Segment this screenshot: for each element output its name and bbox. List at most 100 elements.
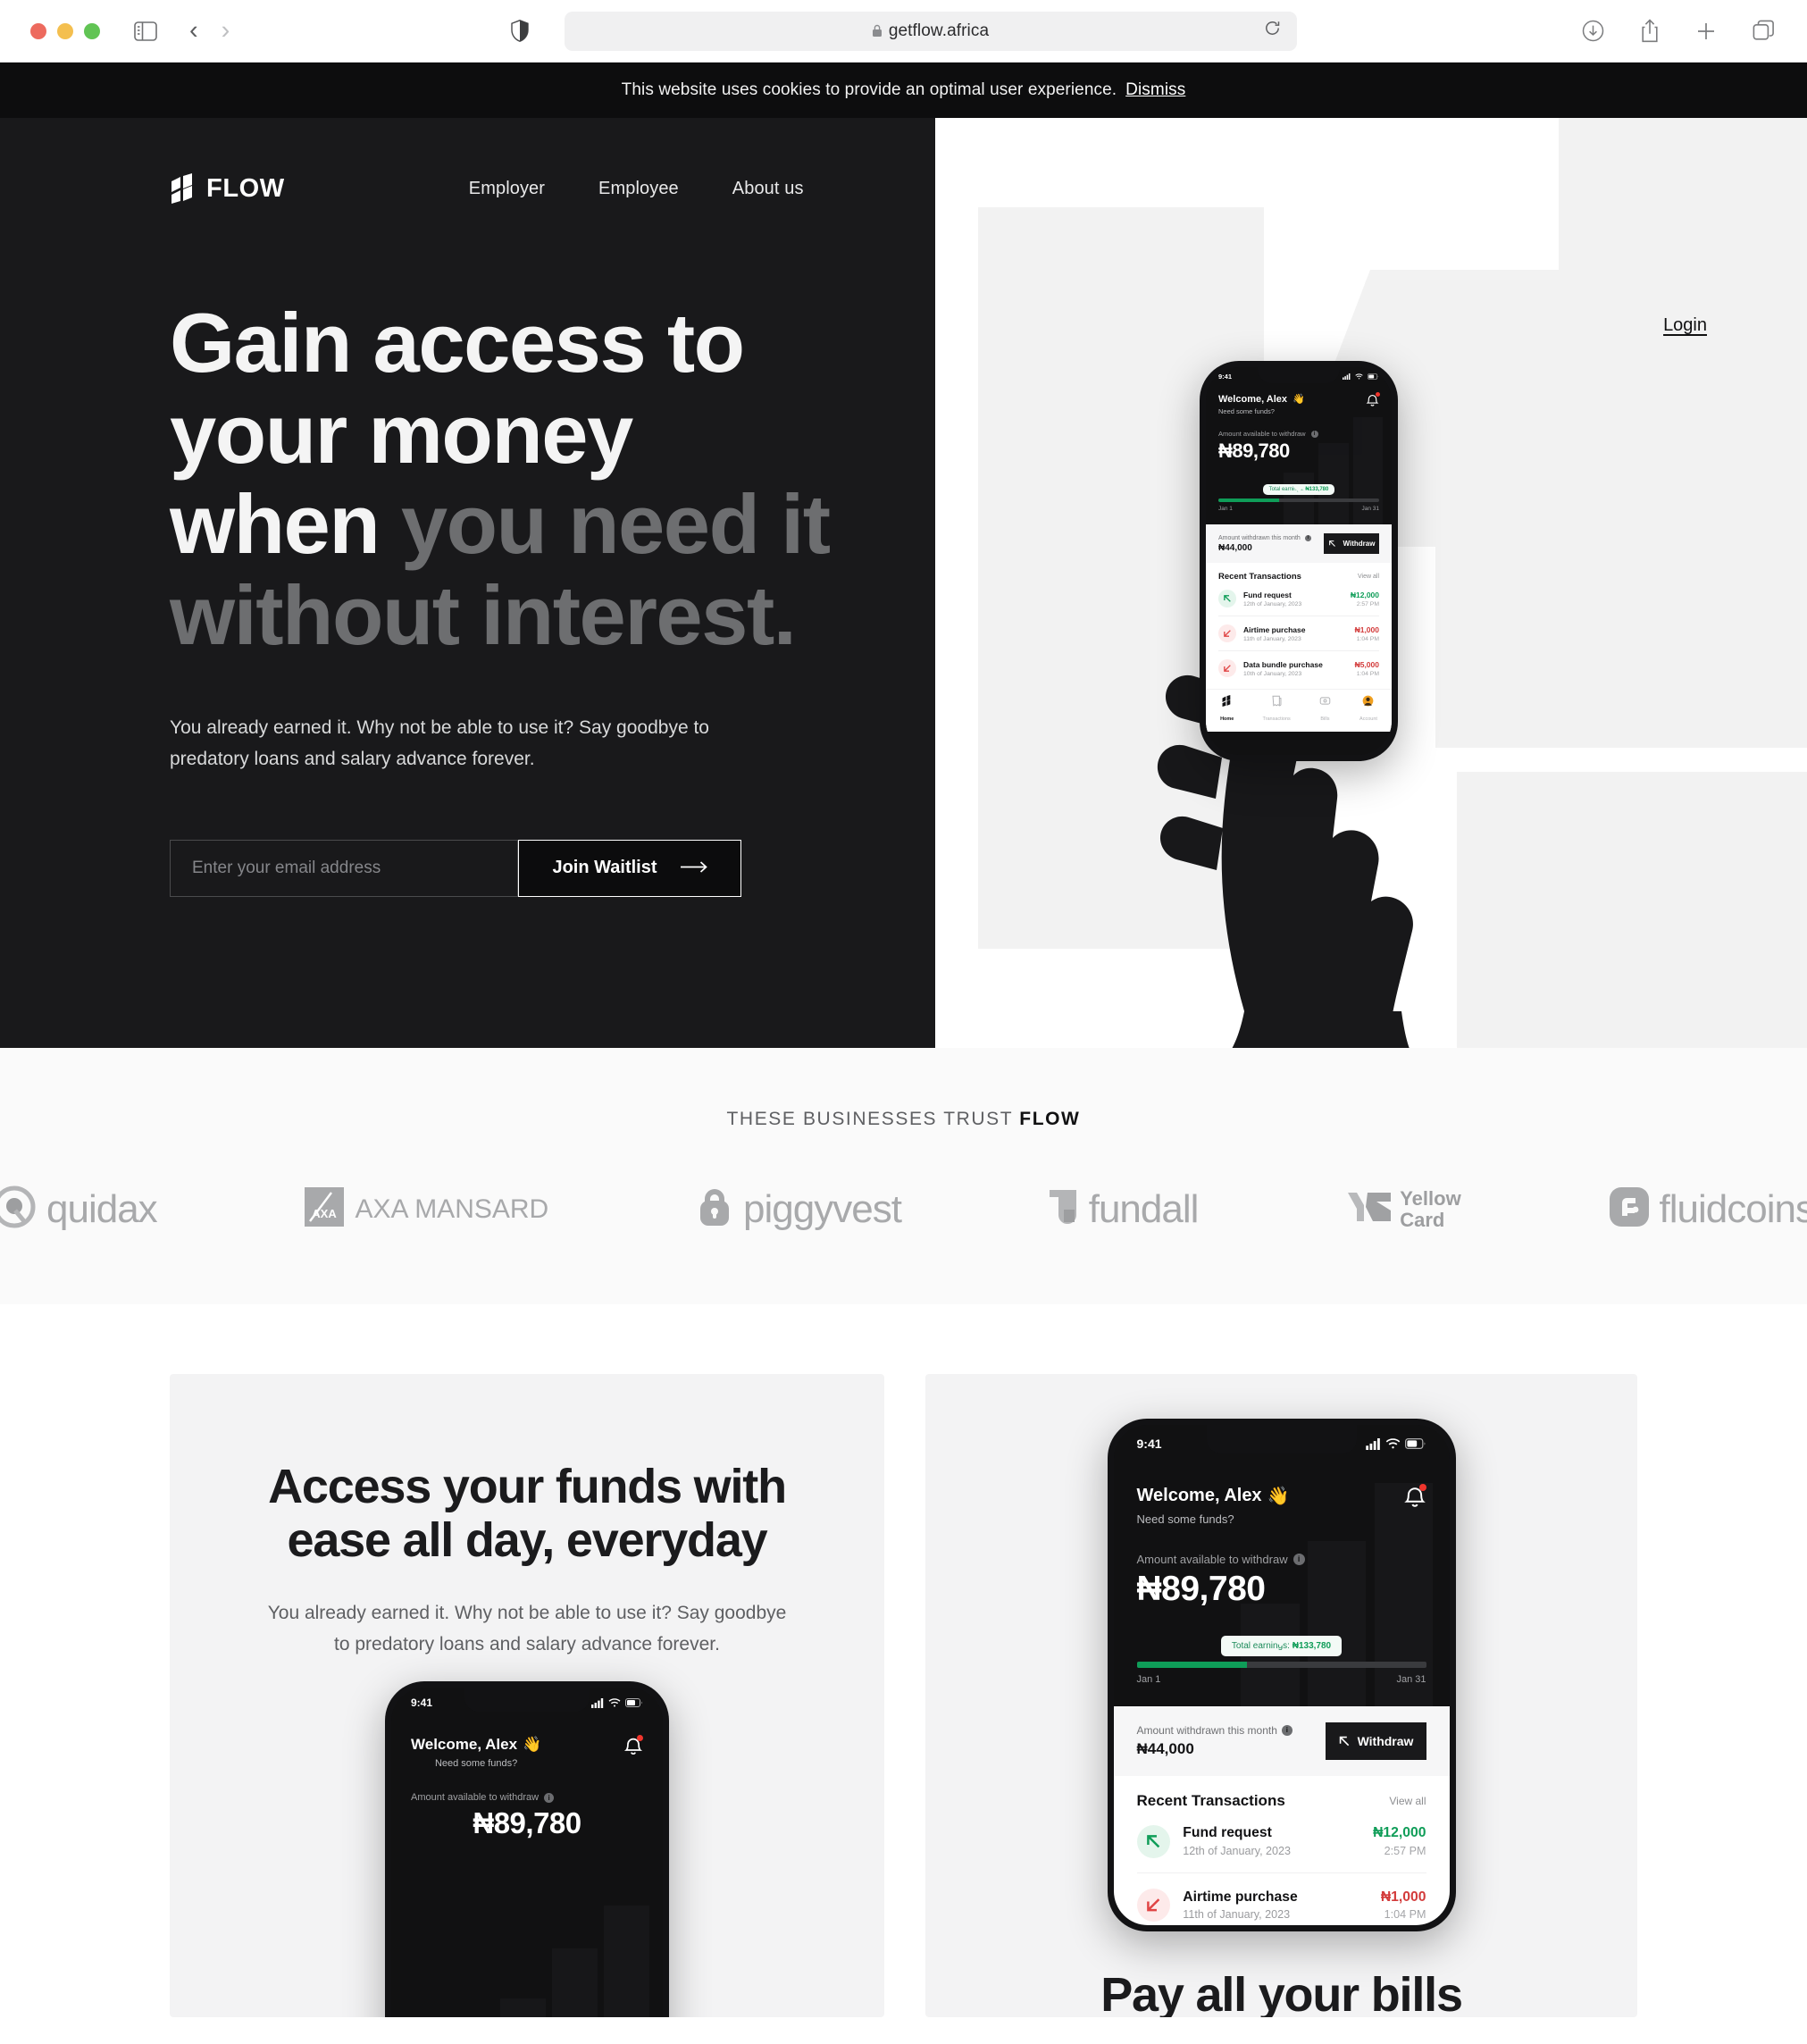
hero-subtitle: You already earned it. Why not be able t… <box>170 717 709 770</box>
nav-item-employer[interactable]: Employer <box>442 179 572 199</box>
notification-bell-icon[interactable] <box>1366 392 1380 412</box>
login-link[interactable]: Login <box>1663 315 1707 336</box>
transaction-row[interactable]: Airtime purchase 11th of January, 2023 ₦1,… <box>1218 616 1379 650</box>
tab-overview-icon[interactable] <box>1753 20 1775 42</box>
transaction-row[interactable]: Airtime purchase 11th of January, 2023 ₦1,… <box>1136 1872 1426 1925</box>
feature-right-phone-mockup: 9:41 Welcome, Alex 👋 Need some funds? Am… <box>1107 1419 1456 1931</box>
arrow-up-left-icon <box>1339 1736 1349 1747</box>
phone-withdrawn-label: Amount withdrawn this month <box>1218 534 1301 541</box>
wave-emoji-icon: 👋 <box>1267 1487 1290 1506</box>
phone-available-label: Amount available to withdraw <box>1218 430 1306 438</box>
notification-bell-icon[interactable] <box>623 1735 643 1761</box>
notification-bell-icon[interactable] <box>1403 1484 1426 1513</box>
earnings-progress-bar <box>1136 1662 1426 1668</box>
view-all-link[interactable]: View all <box>1389 1795 1426 1807</box>
total-earnings-value: ₦133,780 <box>1305 487 1329 492</box>
close-window-button[interactable] <box>30 22 46 39</box>
nav-item-about-us[interactable]: About us <box>706 179 831 199</box>
info-icon[interactable]: i <box>1281 1725 1293 1736</box>
withdraw-button-label: Withdraw <box>1357 1734 1414 1748</box>
arrow-right-icon <box>680 858 707 878</box>
maximize-window-button[interactable] <box>84 22 100 39</box>
transaction-date: 11th of January, 2023 <box>1243 635 1301 642</box>
phone-withdrawn-amount: ₦44,000 <box>1136 1740 1194 1757</box>
forward-arrow-icon[interactable]: › <box>222 18 230 44</box>
cellular-signal-icon <box>1365 1437 1380 1450</box>
total-earnings-label: Total earnings: <box>1268 487 1306 492</box>
total-earnings-tooltip: Total earnings: ₦133,780 <box>1220 1636 1343 1656</box>
minimize-window-button[interactable] <box>57 22 73 39</box>
phone-tab-account[interactable]: Account <box>1359 695 1377 725</box>
back-arrow-icon[interactable]: ‹ <box>189 18 198 44</box>
hero-section: FLOW Employer Employee About us Gain acc… <box>0 118 1807 1048</box>
info-icon[interactable]: i <box>1293 1554 1305 1565</box>
transaction-time: 2:57 PM <box>1356 600 1379 607</box>
view-all-link[interactable]: View all <box>1358 574 1379 580</box>
info-icon[interactable]: i <box>1304 534 1311 541</box>
reload-icon[interactable] <box>1264 20 1281 42</box>
battery-icon <box>1404 1438 1425 1449</box>
trust-logo-axa-mansard-label: AXA MANSARD <box>355 1194 549 1224</box>
transaction-list: Fund request 12th of January, 2023 ₦12,000… <box>1206 582 1392 685</box>
transaction-name: Fund request <box>1183 1825 1272 1841</box>
trust-logo-yellow-card-label: Yellow Card <box>1400 1186 1461 1231</box>
phone-welcome-text: Welcome, Alex <box>1218 393 1288 405</box>
trust-logo-axa-mansard: AXA AXA MANSARD <box>305 1187 548 1231</box>
trust-section: THESE BUSINESSES TRUST FLOW quidax AXA A… <box>0 1048 1807 1304</box>
arrow-down-left-icon <box>1218 659 1236 677</box>
hero-phone-mockup: 9:41 Welcome, Alex 👋 Need some funds? Am… <box>1200 361 1398 761</box>
phone-status-time: 9:41 <box>411 1696 433 1709</box>
join-waitlist-button[interactable]: Join Waitlist <box>518 839 741 897</box>
phone-available-label: Amount available to withdraw <box>1136 1553 1288 1566</box>
total-earnings-label: Total earnings: <box>1231 1641 1293 1651</box>
transaction-row[interactable]: Fund request 12th of January, 2023 ₦12,000… <box>1218 582 1379 616</box>
phone-available-amount: ₦89,780 <box>1218 440 1290 462</box>
transaction-date: 12th of January, 2023 <box>1183 1844 1292 1857</box>
flow-logo[interactable]: FLOW <box>170 173 285 204</box>
phone-tab-home[interactable]: Home <box>1220 695 1234 725</box>
battery-icon <box>625 1698 642 1707</box>
address-bar[interactable]: getflow.africa <box>564 11 1297 51</box>
transaction-row[interactable]: Fund request 12th of January, 2023 ₦12,000… <box>1136 1810 1426 1872</box>
feature-left-subtitle: You already earned it. Why not be able t… <box>267 1602 787 1654</box>
join-waitlist-label: Join Waitlist <box>552 858 657 878</box>
phone-need-funds: Need some funds? <box>434 1758 518 1769</box>
share-icon[interactable] <box>1640 19 1660 43</box>
phone-tab-transactions[interactable]: Transactions <box>1262 695 1291 725</box>
transaction-amount: ₦1,000 <box>1354 624 1379 634</box>
window-traffic-lights[interactable] <box>30 22 100 39</box>
recent-transactions-title: Recent Transactions <box>1218 572 1301 582</box>
transaction-name: Fund request <box>1243 590 1292 599</box>
trust-logo-piggyvest-label: piggyvest <box>743 1186 902 1231</box>
phone-date-end: Jan 31 <box>1361 506 1379 512</box>
info-icon[interactable]: i <box>544 1792 555 1803</box>
trust-heading-brand: FLOW <box>1019 1109 1081 1129</box>
nav-item-employee[interactable]: Employee <box>572 179 706 199</box>
email-input[interactable] <box>170 839 518 897</box>
info-icon[interactable]: i <box>1310 430 1318 438</box>
transaction-time: 1:04 PM <box>1384 1908 1426 1922</box>
download-icon[interactable] <box>1582 20 1604 42</box>
sidebar-icon[interactable] <box>134 21 157 41</box>
transaction-name: Airtime purchase <box>1243 624 1306 634</box>
piggyvest-logo-icon <box>697 1186 732 1232</box>
transaction-amount: ₦12,000 <box>1373 1825 1426 1841</box>
phone-need-funds: Need some funds? <box>1136 1512 1234 1526</box>
withdraw-button[interactable]: Withdraw <box>1325 1722 1426 1760</box>
transaction-row[interactable]: Data bundle purchase 10th of January, 202… <box>1218 650 1379 685</box>
svg-text:AXA: AXA <box>313 1207 338 1220</box>
feature-card-pay-bills: 9:41 Welcome, Alex 👋 Need some funds? Am… <box>925 1374 1637 2017</box>
total-earnings-value: ₦133,780 <box>1292 1641 1332 1651</box>
phone-status-time: 9:41 <box>1218 373 1233 381</box>
phone-tab-bills[interactable]: Bills <box>1319 695 1331 725</box>
feature-card-access-funds: Access your funds with ease all day, eve… <box>170 1374 884 2017</box>
wifi-icon <box>1355 373 1363 380</box>
cookie-dismiss-button[interactable]: Dismiss <box>1125 80 1185 100</box>
plus-icon[interactable] <box>1695 21 1717 42</box>
url-text-group: getflow.africa <box>872 21 989 41</box>
withdraw-button[interactable]: Withdraw <box>1324 533 1379 554</box>
transaction-amount: ₦5,000 <box>1354 659 1379 669</box>
hero-left-panel: FLOW Employer Employee About us Gain acc… <box>0 118 935 1048</box>
shield-icon[interactable] <box>510 20 529 42</box>
phone-available-label: Amount available to withdraw <box>411 1792 540 1803</box>
